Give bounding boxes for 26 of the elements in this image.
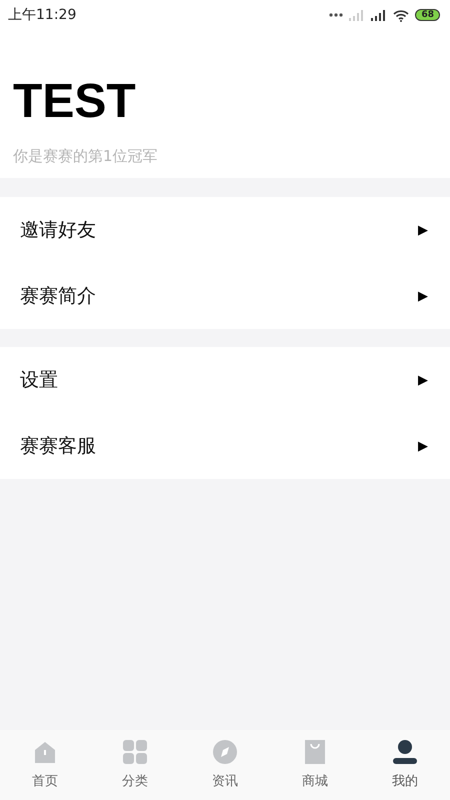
house-icon: [32, 739, 58, 765]
battery-level: 68: [415, 9, 440, 21]
grid-icon: [122, 739, 148, 765]
signal-icon: [371, 9, 388, 21]
menu-item[interactable]: 赛赛客服: [20, 433, 96, 459]
menu-item[interactable]: 赛赛简介: [20, 283, 96, 309]
dots-icon: [329, 13, 344, 17]
menu-item[interactable]: 设置: [20, 367, 58, 393]
status-time: 上午11:29: [8, 6, 76, 24]
bag-icon: [302, 739, 328, 765]
arrow-icon: ▶: [418, 438, 428, 454]
compass-icon: [212, 739, 238, 765]
person-icon: [392, 739, 418, 765]
signal-icon: [349, 9, 366, 21]
arrow-icon: ▶: [418, 288, 428, 304]
tab[interactable]: 我的: [360, 730, 450, 800]
wifi-icon: [393, 8, 410, 22]
menu-item[interactable]: 邀请好友: [20, 217, 96, 243]
arrow-icon: ▶: [418, 372, 428, 388]
profile-name: TEST: [13, 74, 137, 130]
profile-subtitle: 你是赛赛的第1位冠军: [13, 146, 159, 166]
tab[interactable]: 资讯: [180, 730, 270, 800]
tab[interactable]: 分类: [90, 730, 180, 800]
arrow-icon: ▶: [418, 222, 428, 238]
tab[interactable]: 商城: [270, 730, 360, 800]
tab[interactable]: 首页: [0, 730, 90, 800]
